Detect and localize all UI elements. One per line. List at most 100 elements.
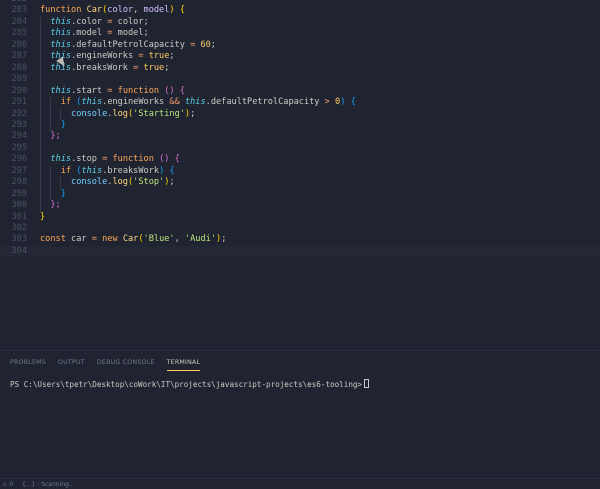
code-text: this.defaultPetrolCapacity = 60;	[40, 40, 216, 51]
code-line[interactable]: 291 if (this.engineWorks && this.default…	[0, 97, 600, 108]
code-line[interactable]: 288 this.breaksWork = true;	[0, 63, 600, 74]
code-token: log	[112, 108, 128, 119]
code-line[interactable]: 283 function Car(color, model) {	[0, 5, 600, 16]
terminal-cursor	[364, 379, 370, 388]
line-number: 299	[11, 188, 27, 199]
code-line[interactable]: 292 console.log('Starting');	[0, 109, 600, 120]
code-line[interactable]: 303 const car = new Car('Blue', 'Audi');	[0, 234, 600, 245]
tab-terminal[interactable]: TERMINAL	[166, 357, 201, 371]
code-token: .stop	[71, 154, 103, 165]
code-token: log	[112, 177, 128, 188]
code-token: {	[174, 154, 180, 165]
line-number: 302	[11, 223, 27, 233]
code-token: this	[50, 85, 72, 96]
code-token: function	[117, 85, 160, 96]
terminal-output[interactable]: PS C:\Users\tpetr\Desktop\coWork\IT\proj…	[10, 379, 370, 390]
code-token: const	[40, 234, 72, 245]
code-token: }	[60, 188, 66, 199]
code-token: .breaksWork	[102, 165, 160, 176]
code-token: .color	[71, 16, 108, 27]
code-token: true	[148, 51, 170, 62]
line-number: 303	[11, 234, 27, 245]
code-token: true	[143, 62, 165, 73]
code-token: ;	[169, 51, 175, 62]
tab-problems[interactable]: PROBLEMS	[10, 357, 46, 371]
line-number: 297	[11, 165, 27, 176]
panel-tabs: PROBLEMS OUTPUT DEBUG CONSOLE TERMINAL	[10, 357, 201, 371]
code-text: function Car(color, model) {	[40, 5, 185, 16]
line-number: 298	[11, 177, 27, 188]
code-token: this	[50, 16, 72, 27]
code-line[interactable]: 300 };	[0, 200, 600, 211]
code-line[interactable]: 301}	[0, 212, 600, 223]
code-token: this	[50, 39, 72, 50]
code-line[interactable]: 296 this.stop = function () {	[0, 154, 600, 165]
code-text: if (this.engineWorks && this.defaultPetr…	[40, 97, 356, 108]
code-line[interactable]: 295	[0, 143, 600, 154]
code-token: car	[71, 234, 92, 245]
code-token: this	[81, 165, 103, 176]
tab-output[interactable]: OUTPUT	[58, 357, 85, 371]
code-token: model	[143, 5, 170, 16]
code-token: }	[40, 211, 46, 222]
line-number: 296	[11, 154, 27, 165]
code-editor[interactable]: 282283function Car(color, model) {284 th…	[0, 0, 600, 350]
code-line[interactable]: 302	[0, 223, 600, 234]
code-token: };	[50, 200, 61, 211]
code-token: function	[112, 154, 154, 165]
code-line[interactable]: 289	[0, 74, 600, 85]
code-line[interactable]: 297 if (this.breaksWork) {	[0, 166, 600, 177]
code-token: this	[81, 97, 103, 108]
code-token: {	[350, 97, 356, 108]
line-number: 287	[11, 51, 27, 62]
code-token: .breaksWork	[71, 62, 134, 73]
line-number: 289	[11, 74, 27, 85]
line-number: 301	[11, 211, 27, 222]
code-line[interactable]: 299 }	[0, 189, 600, 200]
code-token: .engineWorks	[102, 97, 170, 108]
code-text: if (this.breaksWork) {	[40, 166, 175, 177]
code-line[interactable]: 304	[0, 245, 600, 258]
tab-debug-console[interactable]: DEBUG CONSOLE	[97, 357, 155, 371]
status-bar: ⚠ 0 {...} : Scanning...	[0, 478, 600, 489]
terminal-prompt: PS C:\Users\tpetr\Desktop\coWork\IT\proj…	[10, 380, 363, 389]
code-token: console	[71, 108, 108, 119]
code-text: console.log('Stop');	[40, 177, 175, 188]
code-text: this.color = color;	[40, 16, 149, 28]
code-token: color;	[112, 16, 149, 27]
line-number: 295	[11, 142, 27, 153]
code-line[interactable]: 290 this.start = function () {	[0, 86, 600, 97]
code-token: .model	[71, 28, 108, 39]
line-number: 291	[11, 97, 27, 108]
code-line[interactable]: 285 this.model = model;	[0, 28, 600, 39]
code-line[interactable]: 293 }	[0, 120, 600, 131]
bottom-panel: PROBLEMS OUTPUT DEBUG CONSOLE TERMINAL P…	[0, 350, 600, 478]
code-token: .defaultPetrolCapacity	[205, 97, 325, 108]
line-number: 293	[11, 119, 27, 130]
code-token: Car	[86, 5, 103, 16]
code-line[interactable]: 286 this.defaultPetrolCapacity = 60;	[0, 40, 600, 51]
code-line[interactable]: 294 };	[0, 131, 600, 142]
line-number: 288	[11, 62, 27, 73]
code-line[interactable]: 298 console.log('Stop');	[0, 177, 600, 188]
status-problems-count[interactable]: ⚠ 0	[2, 480, 13, 489]
code-token: model;	[112, 28, 149, 39]
code-token: 'Starting'	[133, 108, 185, 119]
code-text: this.stop = function () {	[40, 154, 180, 165]
code-text: };	[40, 200, 61, 211]
line-number: 286	[11, 39, 27, 50]
code-token: .engineWorks	[71, 51, 139, 62]
code-token: 'Blue'	[143, 234, 175, 245]
code-token: ;	[221, 234, 227, 245]
code-line[interactable]: 287 this.engineWorks = true;	[0, 51, 600, 62]
line-number: 285	[11, 28, 27, 39]
code-line[interactable]: 284 this.color = color;	[0, 17, 600, 28]
code-token: console	[71, 177, 108, 188]
